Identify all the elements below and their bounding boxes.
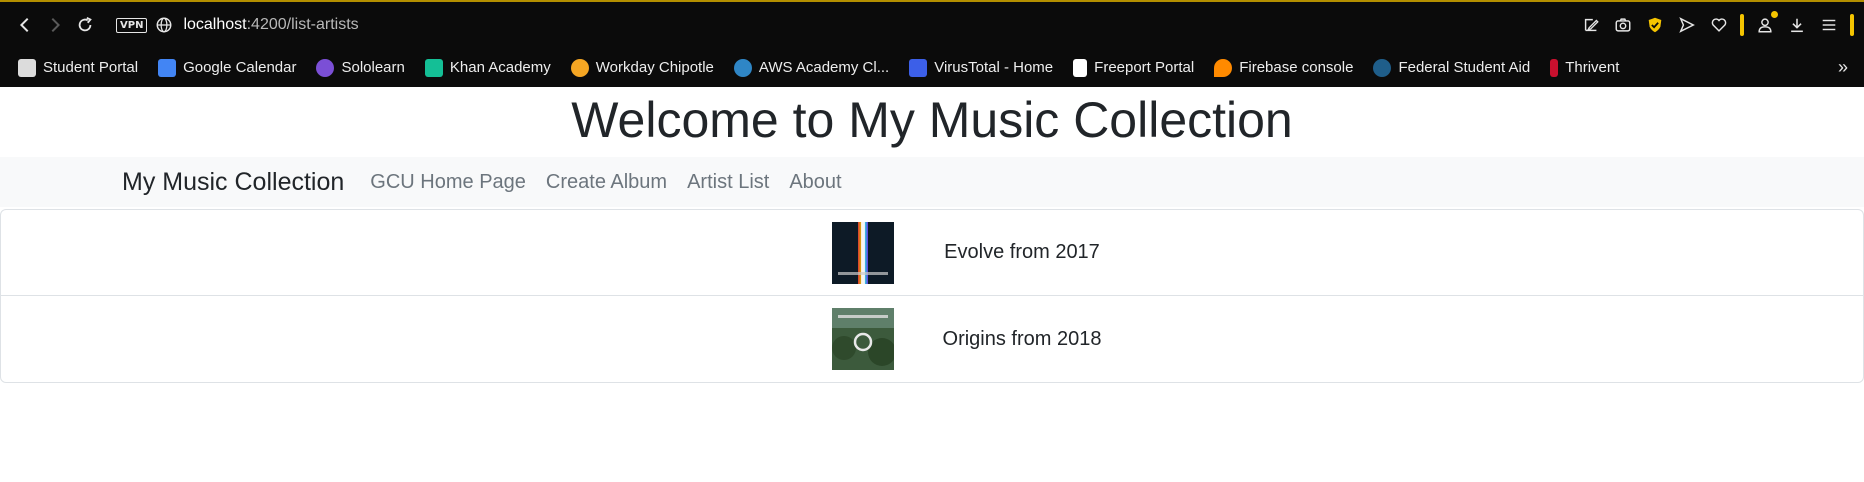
globe-icon xyxy=(156,17,172,33)
bookmark-sololearn[interactable]: Sololearn xyxy=(308,58,412,77)
calendar-icon xyxy=(158,58,177,77)
edit-page-icon[interactable] xyxy=(1580,14,1602,36)
list-item[interactable]: Origins from 2018 xyxy=(1,296,1863,382)
bookmark-firebase-console[interactable]: Firebase console xyxy=(1206,58,1361,77)
sidebar-toggle-indicator xyxy=(1740,14,1744,36)
more-bookmarks-chevron-icon[interactable]: » xyxy=(1832,57,1854,78)
browser-chrome: VPN localhost:4200/list-artists Student … xyxy=(0,0,1864,87)
thrivent-icon xyxy=(1550,58,1559,77)
app-navbar: My Music Collection GCU Home Page Create… xyxy=(0,157,1864,207)
address-bar[interactable]: localhost:4200/list-artists xyxy=(183,16,358,34)
forward-button[interactable] xyxy=(40,10,70,40)
album-title: Evolve from 2017 xyxy=(944,241,1100,263)
bookmark-thrivent[interactable]: Thrivent xyxy=(1542,58,1627,77)
settings-menu-icon[interactable] xyxy=(1818,14,1840,36)
shield-icon[interactable] xyxy=(1644,14,1666,36)
browser-toolbar: VPN localhost:4200/list-artists xyxy=(0,2,1864,48)
firebase-icon xyxy=(1214,58,1233,77)
bookmark-google-calendar[interactable]: Google Calendar xyxy=(150,58,304,77)
reload-icon xyxy=(78,16,92,32)
bookmark-freeport-portal[interactable]: Freeport Portal xyxy=(1065,58,1202,77)
heart-icon[interactable] xyxy=(1708,14,1730,36)
bookmark-student-portal[interactable]: Student Portal xyxy=(10,58,146,77)
khan-academy-icon xyxy=(424,58,443,77)
forward-arrow-icon xyxy=(51,17,61,33)
download-icon[interactable] xyxy=(1786,14,1808,36)
album-cover-image xyxy=(832,221,894,284)
nav-link-gcu-home[interactable]: GCU Home Page xyxy=(360,171,536,194)
url-host: localhost xyxy=(183,16,247,33)
navbar-brand[interactable]: My Music Collection xyxy=(122,168,344,197)
list-item[interactable]: Evolve from 2017 xyxy=(1,210,1863,296)
page-title: Welcome to My Music Collection xyxy=(571,92,1293,148)
fsa-icon xyxy=(1373,58,1392,77)
album-list: Evolve from 2017 Origins from 2018 xyxy=(0,209,1864,383)
nav-link-artist-list[interactable]: Artist List xyxy=(677,171,779,194)
url-path: :4200/list-artists xyxy=(246,16,359,33)
camera-icon[interactable] xyxy=(1612,14,1634,36)
bookmark-workday-chipotle[interactable]: Workday Chipotle xyxy=(563,58,722,77)
bookmark-virustotal[interactable]: VirusTotal - Home xyxy=(901,58,1061,77)
bookmark-aws-academy[interactable]: AWS Academy Cl... xyxy=(726,58,897,77)
album-title: Origins from 2018 xyxy=(942,327,1102,350)
nav-link-about[interactable]: About xyxy=(779,171,851,194)
vpn-badge[interactable]: VPN xyxy=(116,17,148,33)
back-arrow-icon xyxy=(19,17,29,33)
bookmarks-bar: Student Portal Google Calendar Sololearn… xyxy=(0,48,1864,87)
document-icon xyxy=(1073,58,1088,77)
back-button[interactable] xyxy=(10,10,40,40)
reload-button[interactable] xyxy=(70,10,100,40)
send-icon[interactable] xyxy=(1676,14,1698,36)
sidebar-indicator xyxy=(1850,14,1854,36)
workday-icon xyxy=(570,58,589,77)
bookmark-federal-student-aid[interactable]: Federal Student Aid xyxy=(1365,58,1538,77)
album-cover-image xyxy=(832,308,894,370)
cloud-icon xyxy=(733,58,752,77)
virustotal-icon xyxy=(909,58,928,77)
bookmark-khan-academy[interactable]: Khan Academy xyxy=(417,58,559,77)
notification-dot xyxy=(1771,11,1778,18)
student-portal-icon xyxy=(18,58,36,77)
account-icon[interactable] xyxy=(1754,11,1778,36)
sololearn-icon xyxy=(316,58,335,77)
nav-link-create-album[interactable]: Create Album xyxy=(536,171,677,194)
toolbar-actions xyxy=(1580,11,1854,36)
